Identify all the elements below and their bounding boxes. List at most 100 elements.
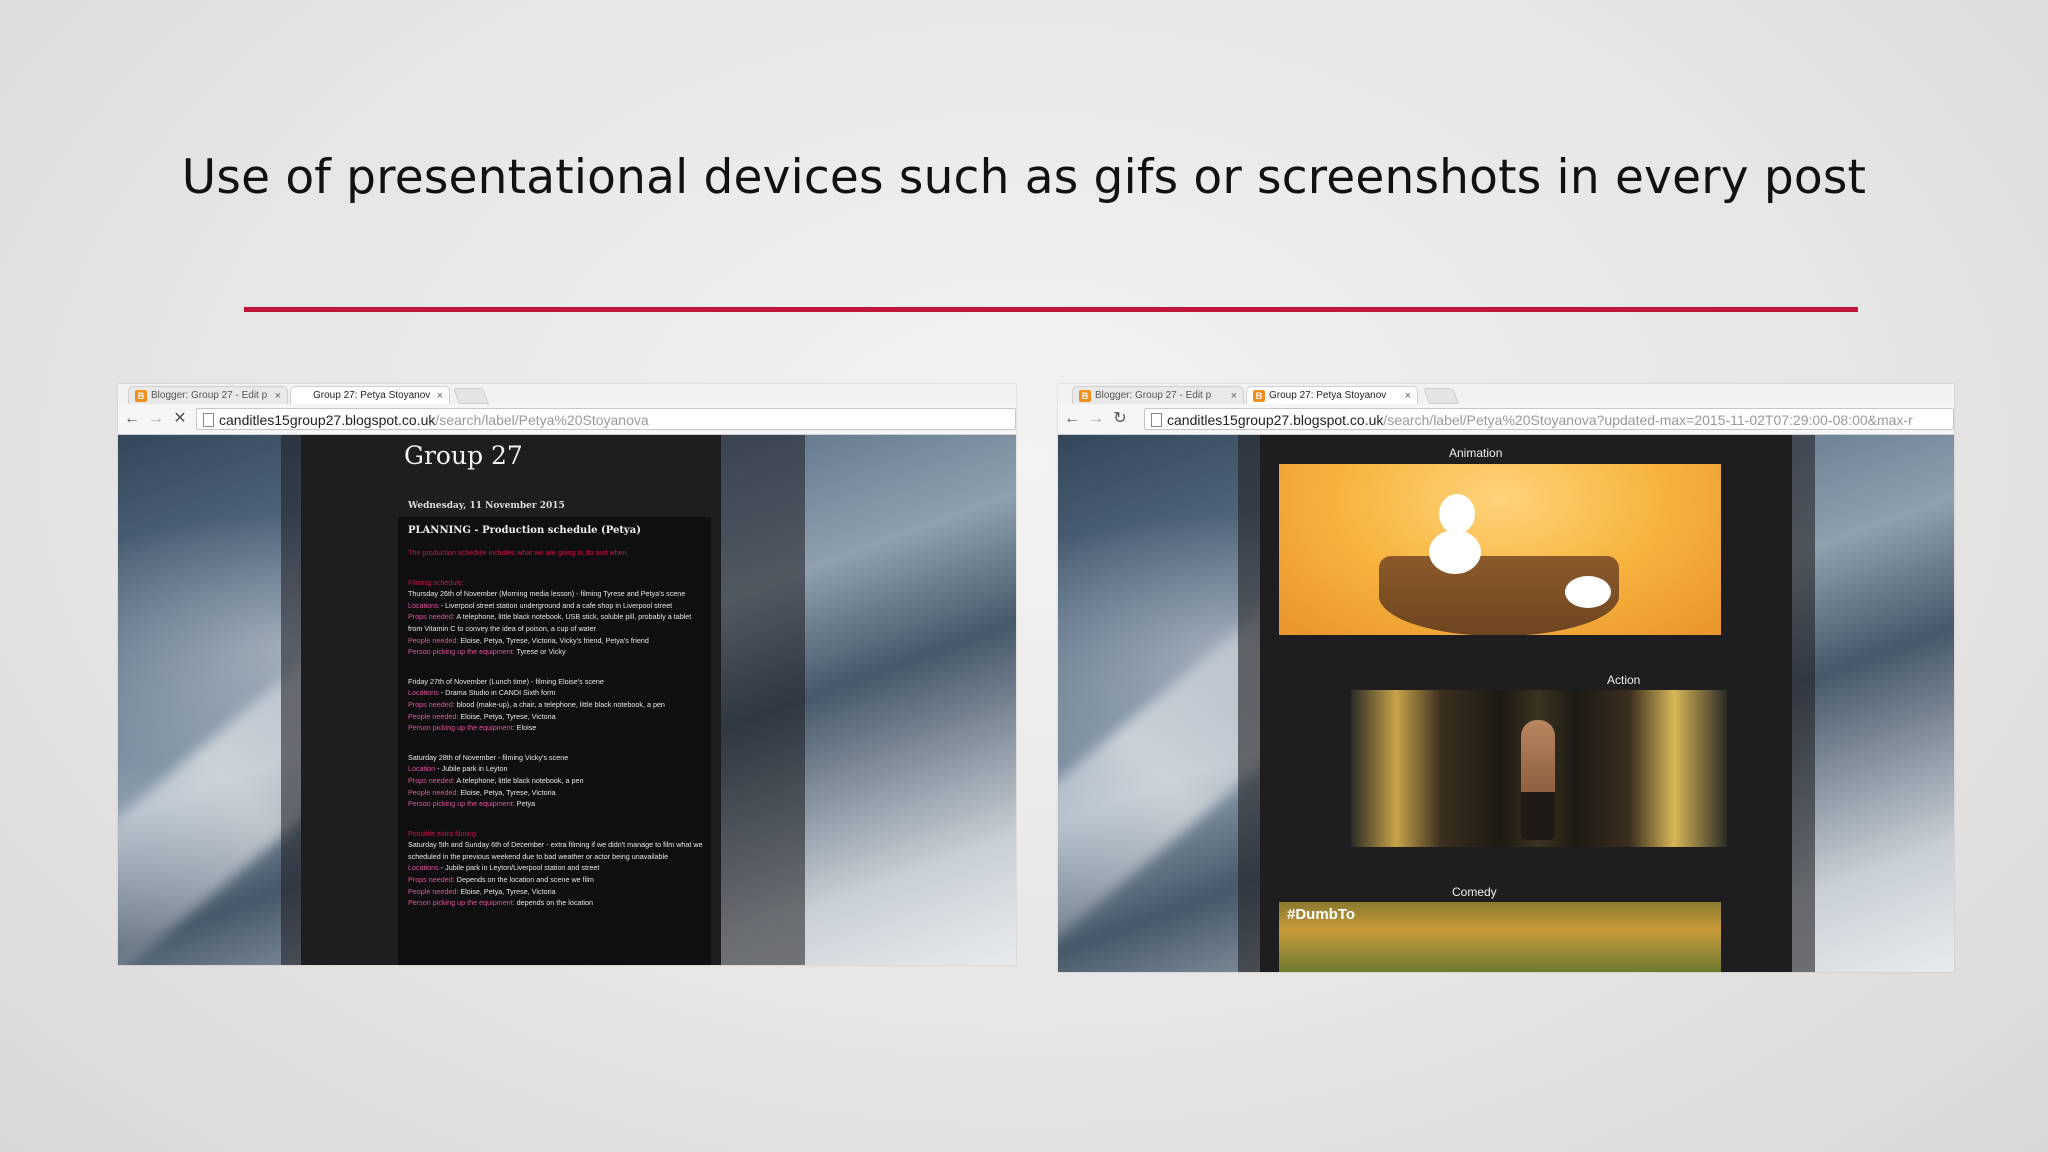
schedule-value: Eloise, Petya, Tyrese, Victoria, Vicky's…: [458, 635, 649, 645]
schedule-value: Depends on the location and scene we fil…: [454, 875, 594, 885]
blogger-icon: B: [1079, 390, 1091, 402]
page-viewport: Animation Action Comedy #DumbTo: [1058, 435, 1954, 972]
tab-blogger-edit[interactable]: B Blogger: Group 27 - Edit p ×: [1072, 386, 1244, 404]
page-icon: [203, 413, 214, 427]
schedule-value: - Drama Studio in CANDI Sixth form: [438, 688, 556, 698]
close-icon[interactable]: ×: [275, 387, 281, 404]
schedule-key: People needed:: [408, 886, 459, 896]
new-tab-button[interactable]: [1423, 388, 1459, 404]
close-icon[interactable]: ×: [437, 387, 443, 404]
tab-strip: B Blogger: Group 27 - Edit p × Group 27:…: [118, 384, 1016, 405]
schedule-block: Possible extra filming: Saturday 5th and …: [408, 828, 704, 909]
schedule-key: Locations: [408, 863, 439, 873]
schedule-value: depends on the location: [514, 898, 594, 908]
right-browser-screenshot: B Blogger: Group 27 - Edit p × B Group 2…: [1058, 384, 1954, 972]
schedule-block: Friday 27th of November (Lunch time) - f…: [408, 676, 704, 734]
post-title[interactable]: PLANNING - Production schedule (Petya): [408, 525, 641, 536]
url-path: /search/label/Petya%20Stoyanova?updated-…: [1383, 412, 1913, 428]
blog-title[interactable]: Group 27: [404, 441, 523, 470]
schedule-block: Filming schedule: Thursday 26th of Novemb…: [408, 577, 704, 658]
schedule-value: Saturday 5th and Sunday 6th of December …: [408, 840, 703, 861]
reload-icon[interactable]: ↻: [1110, 409, 1130, 429]
post-body: The production schedule includes what we…: [408, 547, 704, 927]
section-label-animation: Animation: [1449, 446, 1503, 460]
back-arrow-icon[interactable]: ←: [122, 409, 142, 429]
schedule-key: Person picking up the equipment:: [408, 799, 515, 809]
tab-label: Blogger: Group 27 - Edit p: [1095, 390, 1212, 401]
section-label-comedy: Comedy: [1452, 885, 1497, 899]
schedule-value: A telephone, little black notebook, a pe…: [454, 775, 584, 785]
forward-arrow-icon[interactable]: →: [1086, 409, 1106, 429]
blog-post: PLANNING - Production schedule (Petya) T…: [398, 517, 711, 965]
left-browser-screenshot: B Blogger: Group 27 - Edit p × Group 27:…: [118, 384, 1016, 965]
comedy-gif[interactable]: #DumbTo: [1279, 902, 1721, 972]
blogger-icon: B: [135, 390, 147, 402]
schedule-key: Props needed:: [408, 875, 455, 885]
post-intro: The production schedule includes what we…: [408, 548, 629, 557]
comedy-hashtag: #DumbTo: [1287, 906, 1356, 923]
schedule-key: Props needed:: [408, 612, 455, 622]
browser-toolbar: ← → ✕ canditles15group27.blogspot.co.uk/…: [118, 404, 1016, 435]
url-host: canditles15group27.blogspot.co.uk: [1167, 412, 1384, 428]
close-icon[interactable]: ×: [1231, 387, 1237, 404]
animation-gif[interactable]: [1279, 464, 1721, 635]
schedule-key: People needed:: [408, 635, 459, 645]
slide-title: Use of presentational devices such as gi…: [181, 150, 1867, 205]
forward-arrow-icon[interactable]: →: [146, 409, 166, 429]
tab-label: Group 27: Petya Stoyanov: [1269, 390, 1387, 401]
back-arrow-icon[interactable]: ←: [1062, 409, 1082, 429]
schedule-value: - Jubile park in Leyton/Liverpool statio…: [438, 863, 600, 873]
snowman-head-2: [1565, 576, 1611, 608]
schedule-key: Locations: [408, 688, 439, 698]
tab-group27[interactable]: B Group 27: Petya Stoyanov ×: [1246, 386, 1418, 404]
close-icon[interactable]: ×: [1405, 387, 1411, 404]
tab-label: Blogger: Group 27 - Edit p: [151, 390, 268, 401]
schedule-value: blood (make-up), a chair, a telephone, l…: [454, 699, 665, 709]
new-tab-button[interactable]: [453, 388, 489, 404]
schedule-value: Saturday 28th of November - filming Vick…: [408, 752, 569, 762]
schedule-value: - Jubile park in Leyton: [435, 764, 508, 774]
tab-label: Group 27: Petya Stoyanov: [313, 390, 431, 401]
schedule-key: Props needed:: [408, 775, 455, 785]
tab-group27[interactable]: Group 27: Petya Stoyanov ×: [290, 386, 450, 404]
schedule-value: Eloise, Petya, Tyrese, Victoria: [458, 886, 556, 896]
schedule-key: Person picking up the equipment:: [408, 723, 515, 733]
schedule-value: Thursday 26th of November (Morning media…: [408, 589, 686, 599]
schedule-key: Props needed:: [408, 699, 455, 709]
schedule-value: Eloise, Petya, Tyrese, Victoria: [458, 711, 556, 721]
schedule-value: Tyrese or Vicky: [514, 647, 566, 657]
schedule-key: Person picking up the equipment:: [408, 898, 515, 908]
section-label-action: Action: [1607, 673, 1641, 687]
address-bar[interactable]: canditles15group27.blogspot.co.uk/search…: [1144, 408, 1954, 430]
schedule-value: Eloise: [514, 723, 537, 733]
schedule-key: People needed:: [408, 711, 459, 721]
running-figure: [1521, 720, 1555, 840]
title-underline: [244, 307, 1858, 312]
url-path: /search/label/Petya%20Stoyanova: [435, 412, 649, 428]
tab-blogger-edit[interactable]: B Blogger: Group 27 - Edit p ×: [128, 386, 288, 404]
schedule-value: Petya: [514, 799, 536, 809]
page-icon: [1151, 413, 1162, 427]
page-viewport: Group 27 Wednesday, 11 November 2015 PLA…: [118, 435, 1016, 965]
schedule-heading: Filming schedule:: [408, 577, 464, 587]
snowman-head: [1439, 494, 1475, 534]
schedule-key: Locations: [408, 600, 439, 610]
browser-toolbar: ← → ↻ canditles15group27.blogspot.co.uk/…: [1058, 404, 1954, 435]
schedule-key: People needed:: [408, 787, 459, 797]
address-bar[interactable]: canditles15group27.blogspot.co.uk/search…: [196, 408, 1016, 430]
stop-icon[interactable]: ✕: [170, 409, 190, 429]
schedule-block: Saturday 28th of November - filming Vick…: [408, 752, 704, 810]
schedule-key: Person picking up the equipment:: [408, 647, 515, 657]
schedule-value: Eloise, Petya, Tyrese, Victoria: [458, 787, 556, 797]
snowman-body: [1429, 530, 1481, 574]
schedule-key: Location: [408, 764, 436, 774]
schedule-heading: Possible extra filming:: [408, 828, 478, 838]
post-date: Wednesday, 11 November 2015: [408, 501, 565, 511]
action-gif[interactable]: [1351, 690, 1727, 847]
url-host: canditles15group27.blogspot.co.uk: [219, 412, 436, 428]
tab-strip: B Blogger: Group 27 - Edit p × B Group 2…: [1058, 384, 1954, 405]
blogger-icon: B: [1253, 390, 1265, 402]
post-blocks: Filming schedule: Thursday 26th of Novemb…: [408, 577, 704, 909]
schedule-value: Friday 27th of November (Lunch time) - f…: [408, 676, 604, 686]
schedule-value: - Liverpool street station underground a…: [438, 600, 673, 610]
